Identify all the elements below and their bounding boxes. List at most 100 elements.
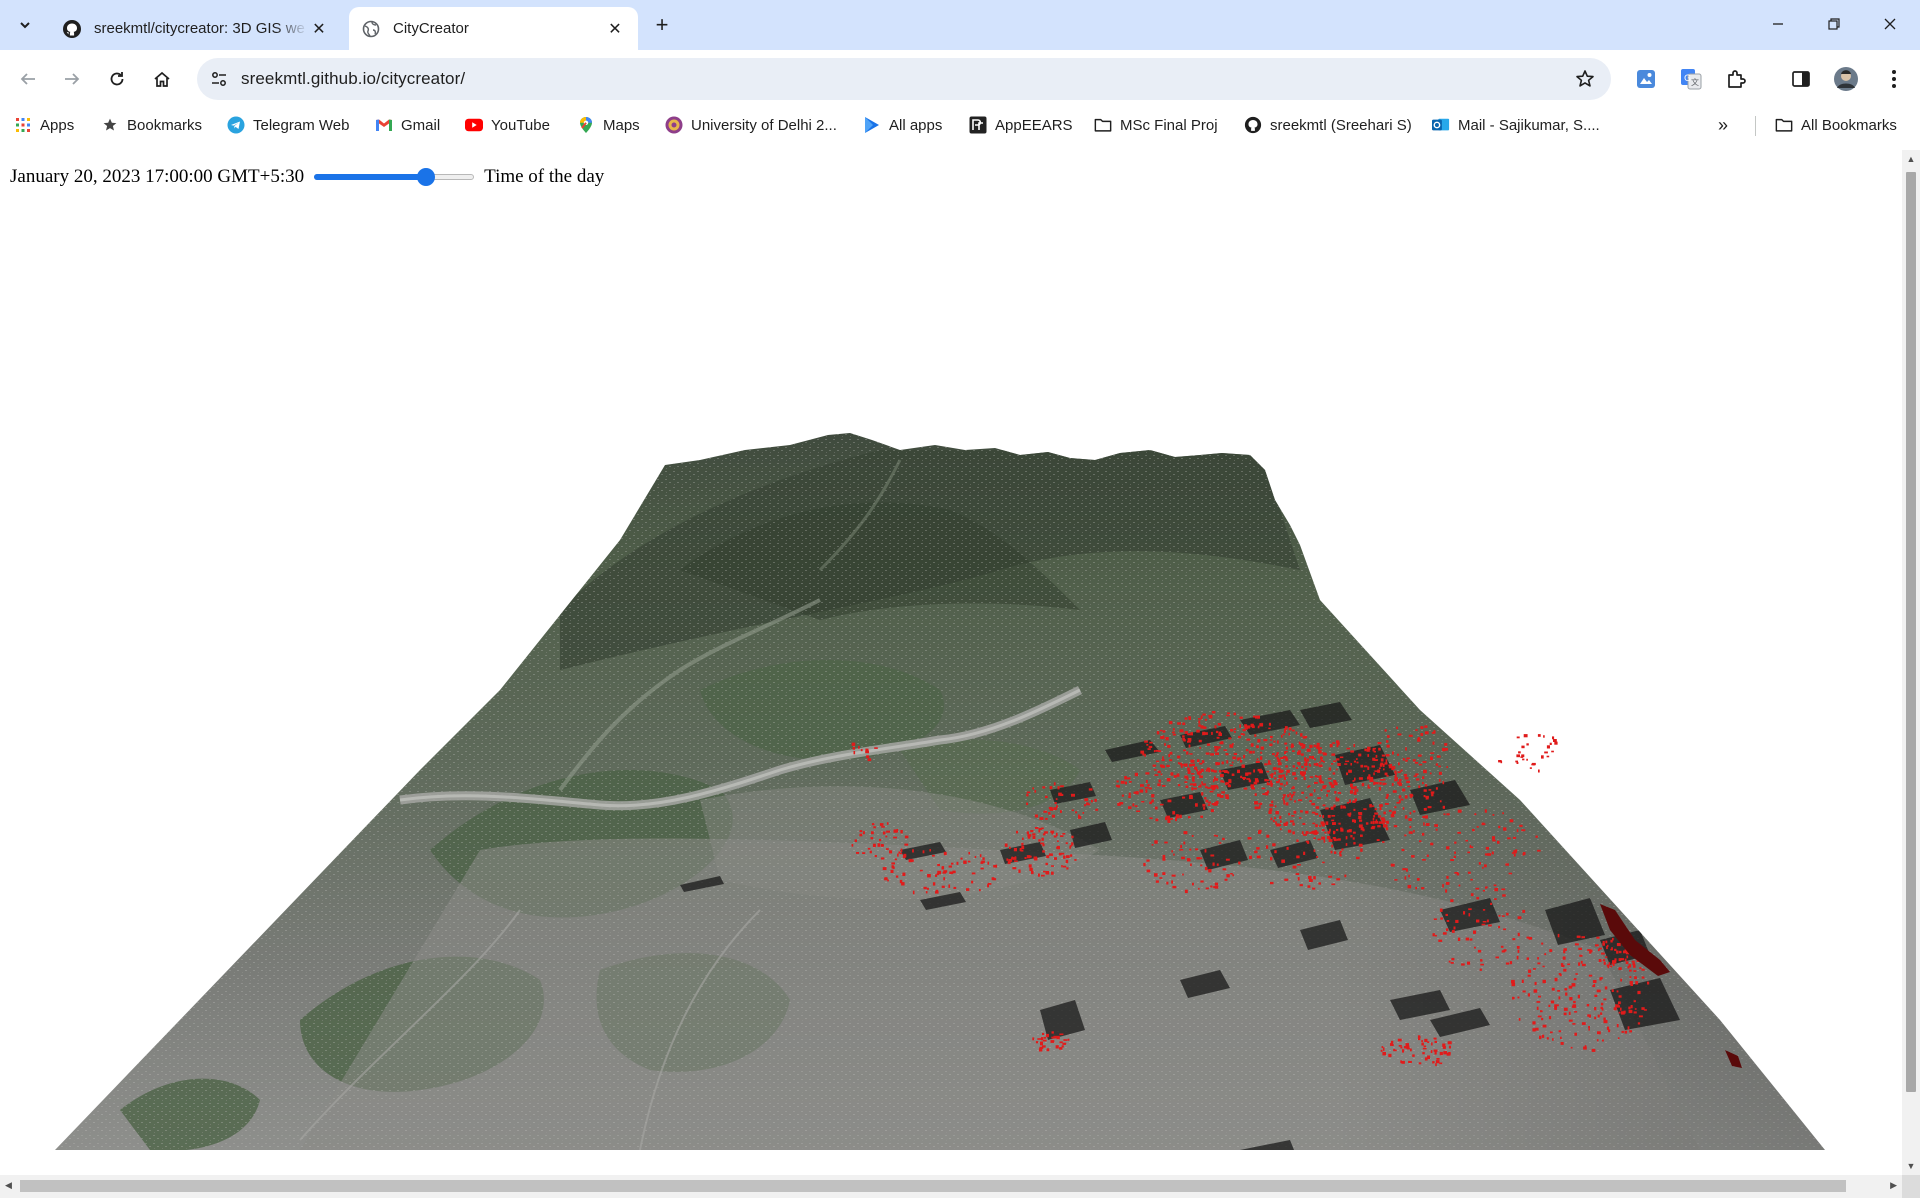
building-point [1145,772,1150,775]
building-point [1202,713,1206,716]
horizontal-scrollbar[interactable]: ◀ ▶ [0,1175,1902,1198]
building-point [1517,996,1520,999]
address-bar[interactable]: sreekmtl.github.io/citycreator/ [197,58,1611,100]
building-point [1071,809,1074,812]
bookmark-maps[interactable]: Maps [577,111,640,139]
building-point [1164,841,1168,844]
building-point [967,860,971,863]
scroll-up-icon[interactable]: ▲ [1906,154,1916,164]
building-point [1153,769,1157,771]
scroll-right-icon[interactable]: ▶ [1890,1180,1897,1191]
building-point [1222,837,1225,841]
building-point [1274,771,1276,775]
close-icon[interactable]: ✕ [308,18,330,40]
building-point [1045,871,1050,875]
close-icon[interactable]: ✕ [604,18,626,40]
bookmark-university[interactable]: University of Delhi 2... [665,111,837,139]
building-point [1353,744,1355,748]
building-point [1184,781,1188,783]
url-text[interactable]: sreekmtl.github.io/citycreator/ [241,69,465,89]
scroll-down-icon[interactable]: ▼ [1906,1161,1916,1171]
building-point [1213,834,1216,837]
building-point [1022,837,1024,840]
translate-icon[interactable]: G文 [1676,64,1706,94]
bookmark-gmail[interactable]: Gmail [375,111,440,139]
time-slider[interactable] [314,167,475,187]
close-window-icon[interactable] [1862,0,1918,48]
building-point [1476,896,1480,900]
building-point [1273,740,1276,743]
bookmark-all-apps[interactable]: All apps [863,111,942,139]
building-point [1328,839,1333,842]
building-point [1288,732,1290,736]
building-point [1139,789,1144,793]
building-point [1641,976,1645,979]
building-point [1498,914,1501,917]
building-point [1350,763,1352,766]
building-point [1329,743,1333,748]
side-panel-icon[interactable] [1786,64,1816,94]
bookmark-appeears[interactable]: AppEEARS [969,111,1073,139]
minimize-icon[interactable] [1750,0,1806,48]
tab-search-button[interactable] [10,10,40,40]
bookmark-apps[interactable]: Apps [14,111,74,139]
building-point [1043,810,1048,813]
building-point [1418,1036,1421,1038]
building-point [1541,1017,1544,1021]
building-point [1589,1014,1591,1018]
building-point [1171,850,1173,853]
terrain-3d-view[interactable] [0,150,1902,1175]
building-point [1616,943,1621,947]
profile-avatar[interactable] [1831,64,1861,94]
bookmark-label: Maps [603,116,640,134]
slider-thumb[interactable] [417,168,436,186]
building-point [1285,765,1288,768]
tab-github[interactable]: sreekmtl/citycreator: 3D GIS we ✕ [50,7,342,50]
building-point [1256,715,1260,719]
bookmark-mail[interactable]: Mail - Sajikumar, S.... [1432,111,1600,139]
bookmark-youtube[interactable]: YouTube [465,111,550,139]
building-point [1283,802,1285,805]
back-arrow-icon[interactable] [10,61,46,97]
vertical-scroll-thumb[interactable] [1906,172,1916,1092]
building-point [1042,1039,1047,1042]
restore-icon[interactable] [1806,0,1862,48]
extension-photo-icon[interactable] [1631,64,1661,94]
building-point [1325,807,1329,810]
scroll-left-icon[interactable]: ◀ [5,1180,12,1191]
building-point [1380,1049,1383,1052]
tab-citycreator[interactable]: CityCreator ✕ [349,7,638,50]
building-point [1353,760,1356,763]
building-point [1492,814,1495,816]
home-icon[interactable] [144,61,180,97]
building-point [1212,785,1215,788]
building-point [1323,839,1326,843]
more-bookmarks-chevron-icon[interactable]: » [1718,111,1728,139]
building-point [1348,769,1352,773]
building-point [1540,1010,1543,1013]
building-point [1226,782,1230,785]
horizontal-scroll-thumb[interactable] [20,1180,1846,1192]
building-point [882,867,887,871]
bookmark-telegram[interactable]: Telegram Web [227,111,349,139]
site-info-icon[interactable] [205,65,233,93]
new-tab-button[interactable]: + [648,11,676,39]
building-point [1209,790,1214,793]
building-point [932,854,935,857]
building-point [966,888,970,891]
bookmarks-divider [1755,116,1756,136]
extensions-puzzle-icon[interactable] [1721,64,1751,94]
menu-kebab-icon[interactable] [1879,64,1909,94]
bookmark-star-icon[interactable] [1573,67,1597,91]
bookmark-all-bookmarks[interactable]: All Bookmarks [1775,111,1897,139]
building-point [1319,775,1322,778]
bookmark-msc-folder[interactable]: MSc Final Proj [1094,111,1218,139]
building-point [1465,839,1468,842]
vertical-scrollbar[interactable]: ▲ ▼ [1902,150,1920,1175]
forward-arrow-icon[interactable] [54,61,90,97]
reload-icon[interactable] [99,61,135,97]
bookmark-bookmarks[interactable]: Bookmarks [101,111,202,139]
building-point [1527,974,1531,977]
building-point [1433,730,1436,734]
bookmark-github-profile[interactable]: sreekmtl (Sreehari S) [1244,111,1412,139]
